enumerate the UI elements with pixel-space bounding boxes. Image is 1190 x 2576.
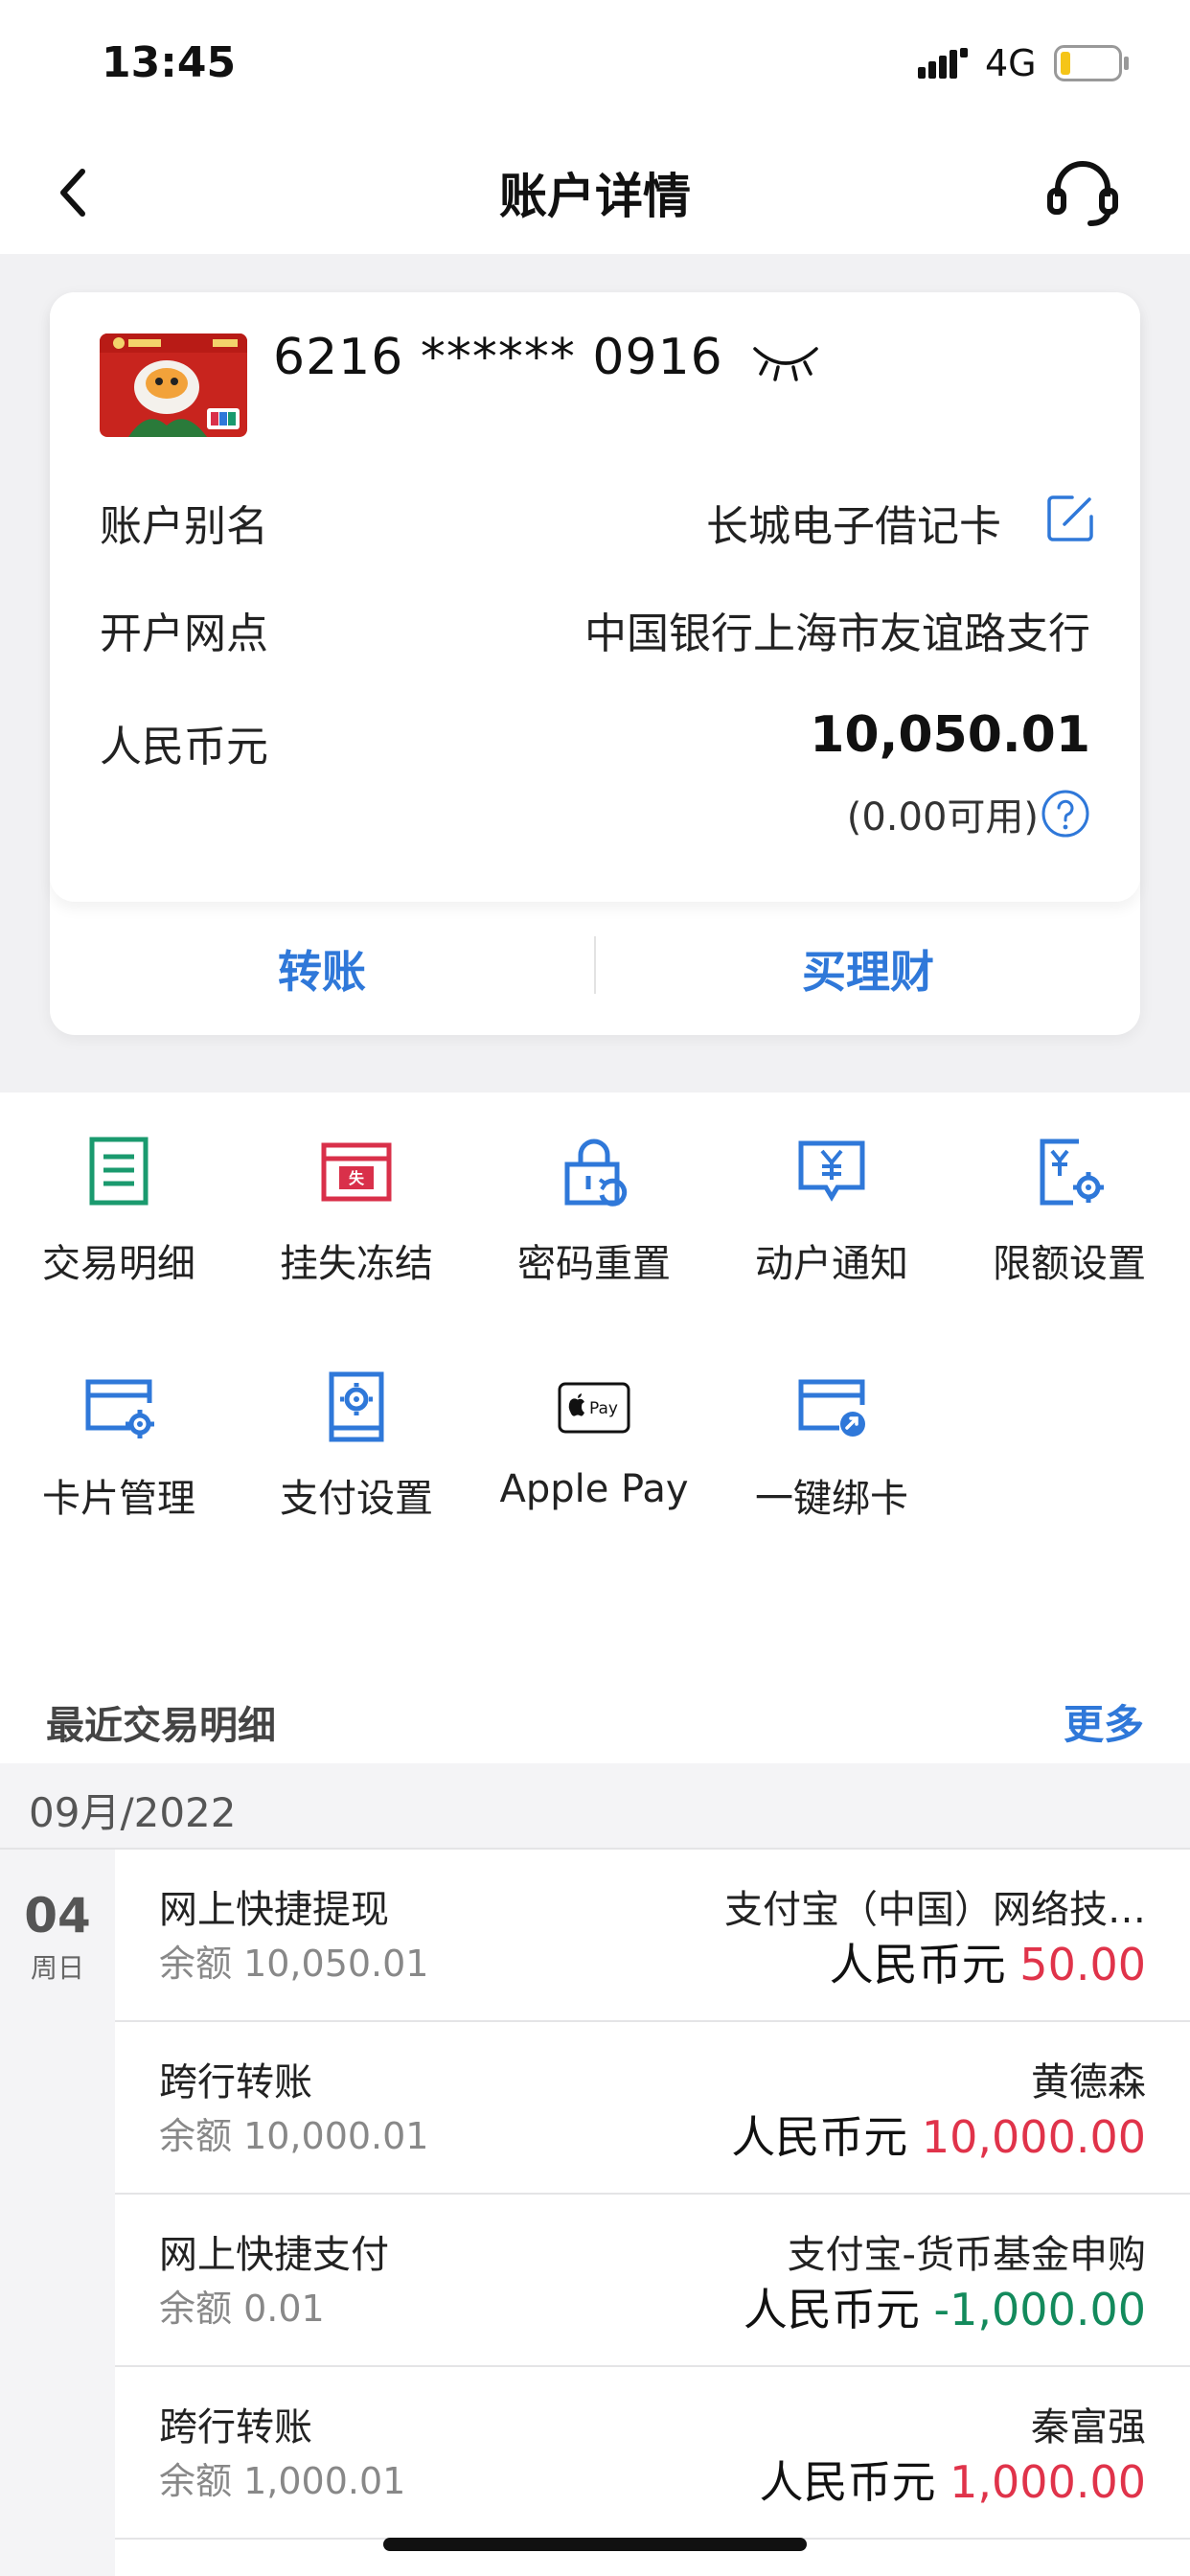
transaction-currency: 人民币元 [759, 2456, 936, 2508]
func-label: 交易明细 [42, 1242, 195, 1286]
home-indicator[interactable] [383, 2538, 807, 2551]
func-account-notice[interactable]: 动户通知 [713, 1134, 950, 1325]
transaction-party: 秦富强 [1031, 2405, 1146, 2450]
battery-icon [1054, 45, 1129, 81]
transaction-party: 黄德森 [1031, 2060, 1146, 2104]
transaction-value: -1,000.00 [933, 2284, 1146, 2335]
date-column: 04 周日 [0, 1850, 115, 2576]
help-icon[interactable] [1041, 789, 1090, 839]
transaction-value: 10,000.00 [921, 2111, 1146, 2163]
card-gear-icon [85, 1379, 154, 1438]
func-label: 支付设置 [280, 1477, 433, 1521]
more-link[interactable]: 更多 [1064, 1692, 1144, 1751]
date-day: 04 [24, 1888, 91, 1944]
customer-service-icon[interactable] [1044, 154, 1121, 231]
month-header: 09月/2022 [0, 1763, 1190, 1850]
report-loss-icon: 失 [321, 1142, 392, 1202]
lock-reset-icon [564, 1138, 628, 1207]
transaction-type: 网上快捷提现 [159, 1888, 389, 1932]
eye-closed-icon[interactable] [749, 335, 822, 383]
func-label: 密码重置 [517, 1242, 671, 1286]
network-label: 4G [985, 42, 1037, 84]
card-actions: 转账 买理财 [50, 902, 1140, 1035]
transaction-balance: 余额 0.01 [159, 2288, 325, 2330]
transaction-party: 支付宝（中国）网络技… [724, 1888, 1146, 1932]
func-label: 挂失冻结 [280, 1242, 433, 1286]
bank-card-thumbnail [100, 334, 247, 437]
transaction-amount: 人民币元 1,000.00 [760, 2448, 1146, 2511]
transaction-row[interactable]: 网上快捷提现 余额 10,050.01 支付宝（中国）网络技… 人民币元 50.… [115, 1850, 1190, 2022]
alias-value: 长城电子借记卡 [706, 502, 1001, 551]
currency-label: 人民币元 [100, 723, 268, 771]
account-card: 6216 ****** 0916 账户别名 长城电子借记卡 开户网点 中国银行上… [50, 292, 1140, 1035]
func-report-loss[interactable]: 失 挂失冻结 [238, 1134, 475, 1325]
func-label: Apple Pay [499, 1467, 689, 1511]
signal-icon [918, 48, 968, 79]
transaction-value: 50.00 [1019, 1939, 1146, 1990]
document-list-icon [89, 1137, 149, 1206]
available-balance: (0.00可用) [847, 786, 1090, 841]
transaction-type: 跨行转账 [159, 2060, 312, 2104]
svg-text:Pay: Pay [589, 1399, 618, 1418]
apple-pay-icon: Pay [558, 1382, 630, 1434]
transaction-currency: 人民币元 [743, 2284, 920, 2335]
transaction-row[interactable]: 网上快捷支付 余额 0.01 支付宝-货币基金申购 人民币元 -1,000.00 [115, 2195, 1190, 2367]
transaction-amount: 人民币元 -1,000.00 [744, 2275, 1146, 2338]
status-bar: 13:45 4G [0, 0, 1190, 129]
func-one-click-bind[interactable]: 一键绑卡 [713, 1368, 950, 1560]
func-label: 动户通知 [755, 1242, 908, 1286]
transaction-balance: 余额 1,000.01 [159, 2460, 406, 2502]
func-password-reset[interactable]: 密码重置 [475, 1134, 713, 1325]
nav-bar: 账户详情 [0, 129, 1190, 254]
transaction-type: 网上快捷支付 [159, 2233, 389, 2277]
func-limit-settings[interactable]: 限额设置 [950, 1134, 1188, 1325]
buy-wealth-button[interactable]: 买理财 [596, 902, 1140, 1035]
transaction-row[interactable]: 跨行转账 余额 10,000.01 黄德森 人民币元 10,000.00 [115, 2022, 1190, 2195]
transaction-balance: 余额 10,000.01 [159, 2115, 429, 2157]
func-label: 一键绑卡 [755, 1477, 908, 1521]
transaction-amount: 人民币元 10,000.00 [731, 2103, 1146, 2166]
card-number: 6216 ****** 0916 [273, 329, 723, 386]
status-time: 13:45 [102, 38, 237, 87]
func-payment-settings[interactable]: 支付设置 [238, 1368, 475, 1560]
transfer-button[interactable]: 转账 [50, 902, 594, 1035]
transaction-party: 支付宝-货币基金申购 [787, 2233, 1146, 2277]
date-weekday: 周日 [30, 1952, 84, 1984]
pay-settings-icon [329, 1371, 384, 1442]
transaction-type: 跨行转账 [159, 2405, 312, 2450]
yuan-message-icon [798, 1140, 865, 1202]
edit-icon[interactable] [1043, 492, 1097, 545]
page-title: 账户详情 [499, 169, 691, 224]
func-card-management[interactable]: 卡片管理 [0, 1368, 238, 1560]
account-balance: 10,050.01 [810, 706, 1090, 764]
func-label: 限额设置 [993, 1242, 1146, 1286]
transaction-currency: 人民币元 [829, 1939, 1006, 1990]
card-link-icon [798, 1379, 865, 1437]
transaction-balance: 余额 10,050.01 [159, 1943, 429, 1985]
transaction-value: 1,000.00 [950, 2456, 1146, 2508]
svg-text:失: 失 [349, 1169, 365, 1187]
func-apple-pay[interactable]: Pay Apple Pay [475, 1368, 713, 1560]
alias-label: 账户别名 [100, 502, 268, 551]
transaction-amount: 人民币元 50.00 [830, 1930, 1146, 1993]
available-text: (0.00可用) [846, 795, 1039, 840]
transaction-currency: 人民币元 [731, 2111, 908, 2163]
recent-transactions-title: 最近交易明细 [46, 1704, 276, 1748]
account-info-panel: 6216 ****** 0916 账户别名 长城电子借记卡 开户网点 中国银行上… [50, 292, 1140, 902]
transaction-row[interactable]: 跨行转账 余额 1,000.01 秦富强 人民币元 1,000.00 [115, 2367, 1190, 2540]
month-label: 09月/2022 [29, 1789, 237, 1836]
branch-value: 中国银行上海市友谊路支行 [584, 610, 1090, 658]
func-label: 卡片管理 [42, 1477, 195, 1521]
branch-label: 开户网点 [100, 610, 268, 658]
yuan-gear-icon [1040, 1138, 1104, 1206]
func-transaction-details[interactable]: 交易明细 [0, 1134, 238, 1325]
